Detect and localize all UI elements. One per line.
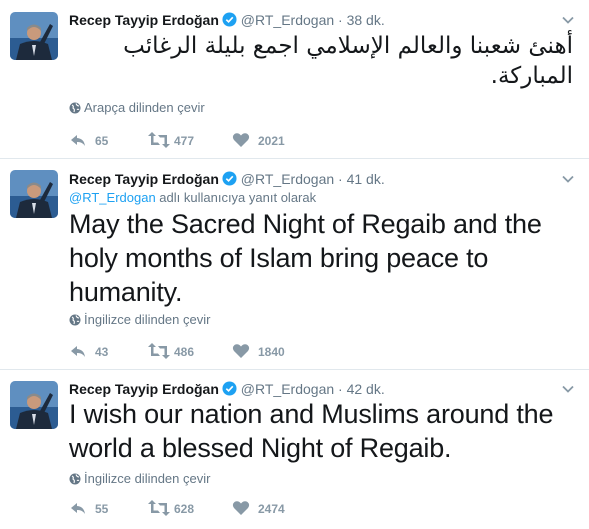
author-fullname[interactable]: Recep Tayyip Erdoğan xyxy=(69,12,219,28)
tweet-timeline: Recep Tayyip Erdoğan @RT_Erdogan · 38 dk… xyxy=(0,0,589,529)
avatar-image xyxy=(10,170,58,218)
tweet-header: Recep Tayyip Erdoğan @RT_Erdogan · 38 dk… xyxy=(69,11,385,29)
translate-label: İngilizce dilinden çevir xyxy=(84,312,211,327)
chevron-down-icon[interactable] xyxy=(561,13,575,27)
like-count: 2021 xyxy=(258,134,285,148)
author-fullname[interactable]: Recep Tayyip Erdoğan xyxy=(69,381,219,397)
separator-dot: · xyxy=(338,12,343,28)
heart-icon xyxy=(232,501,250,515)
reply-icon xyxy=(71,135,85,146)
tweet[interactable]: Recep Tayyip Erdoğan @RT_Erdogan · 41 dk… xyxy=(0,160,589,370)
tweet-header: Recep Tayyip Erdoğan @RT_Erdogan · 41 dk… xyxy=(69,170,385,188)
tweet-timestamp[interactable]: 41 dk. xyxy=(347,171,385,187)
retweet-count: 477 xyxy=(174,134,195,148)
retweet-icon xyxy=(148,343,170,359)
author-username[interactable]: @RT_Erdogan xyxy=(241,381,334,397)
avatar[interactable] xyxy=(10,381,58,429)
translate-link[interactable]: İngilizce dilinden çevir xyxy=(69,471,210,487)
retweet-count: 486 xyxy=(174,345,195,359)
author-fullname[interactable]: Recep Tayyip Erdoğan xyxy=(69,171,219,187)
reply-icon xyxy=(71,503,85,514)
author-username[interactable]: @RT_Erdogan xyxy=(241,12,334,28)
tweet[interactable]: Recep Tayyip Erdoğan @RT_Erdogan · 38 dk… xyxy=(0,0,589,159)
reply-count: 55 xyxy=(95,502,109,516)
heart-icon xyxy=(232,344,250,358)
verified-badge-icon xyxy=(222,12,237,27)
heart-icon xyxy=(232,133,250,147)
reply-mention-link[interactable]: @RT_Erdogan xyxy=(69,190,156,205)
verified-badge-icon xyxy=(222,381,237,396)
author-username[interactable]: @RT_Erdogan xyxy=(241,171,334,187)
translate-label: Arapça dilinden çevir xyxy=(84,100,205,115)
globe-icon xyxy=(69,314,81,326)
translate-label: İngilizce dilinden çevir xyxy=(84,471,211,486)
avatar[interactable] xyxy=(10,170,58,218)
separator-dot: · xyxy=(338,381,343,397)
avatar-image xyxy=(10,381,58,429)
retweet-count: 628 xyxy=(174,502,195,516)
globe-icon xyxy=(69,473,81,485)
reply-icon xyxy=(71,346,85,357)
tweet[interactable]: Recep Tayyip Erdoğan @RT_Erdogan · 42 dk… xyxy=(0,371,589,529)
avatar[interactable] xyxy=(10,12,58,60)
reply-context: @RT_Erdogan adlı kullanıcıya yanıt olara… xyxy=(69,190,316,206)
chevron-down-icon[interactable] xyxy=(561,382,575,396)
translate-link[interactable]: Arapça dilinden çevir xyxy=(69,100,205,116)
globe-icon xyxy=(69,102,81,114)
reply-count: 43 xyxy=(95,345,109,359)
tweet-timestamp[interactable]: 38 dk. xyxy=(347,12,385,28)
tweet-header: Recep Tayyip Erdoğan @RT_Erdogan · 42 dk… xyxy=(69,380,385,398)
retweet-icon xyxy=(148,500,170,516)
verified-badge-icon xyxy=(222,171,237,186)
chevron-down-icon[interactable] xyxy=(561,172,575,186)
reply-count: 65 xyxy=(95,134,109,148)
reply-context-label: adlı kullanıcıya yanıt olarak xyxy=(159,190,317,205)
retweet-icon xyxy=(148,132,170,148)
tweet-text: I wish our nation and Muslims around the… xyxy=(69,399,554,463)
tweet-timestamp[interactable]: 42 dk. xyxy=(347,381,385,397)
like-count: 2474 xyxy=(258,502,285,516)
like-count: 1840 xyxy=(258,345,285,359)
separator-dot: · xyxy=(338,171,343,187)
avatar-image xyxy=(10,12,58,60)
tweet-text: أهنئ شعبنا والعالم الإسلامي اجمع بليلة ا… xyxy=(123,33,573,89)
translate-link[interactable]: İngilizce dilinden çevir xyxy=(69,312,210,328)
tweet-text: May the Sacred Night of Regaib and the h… xyxy=(69,209,542,307)
